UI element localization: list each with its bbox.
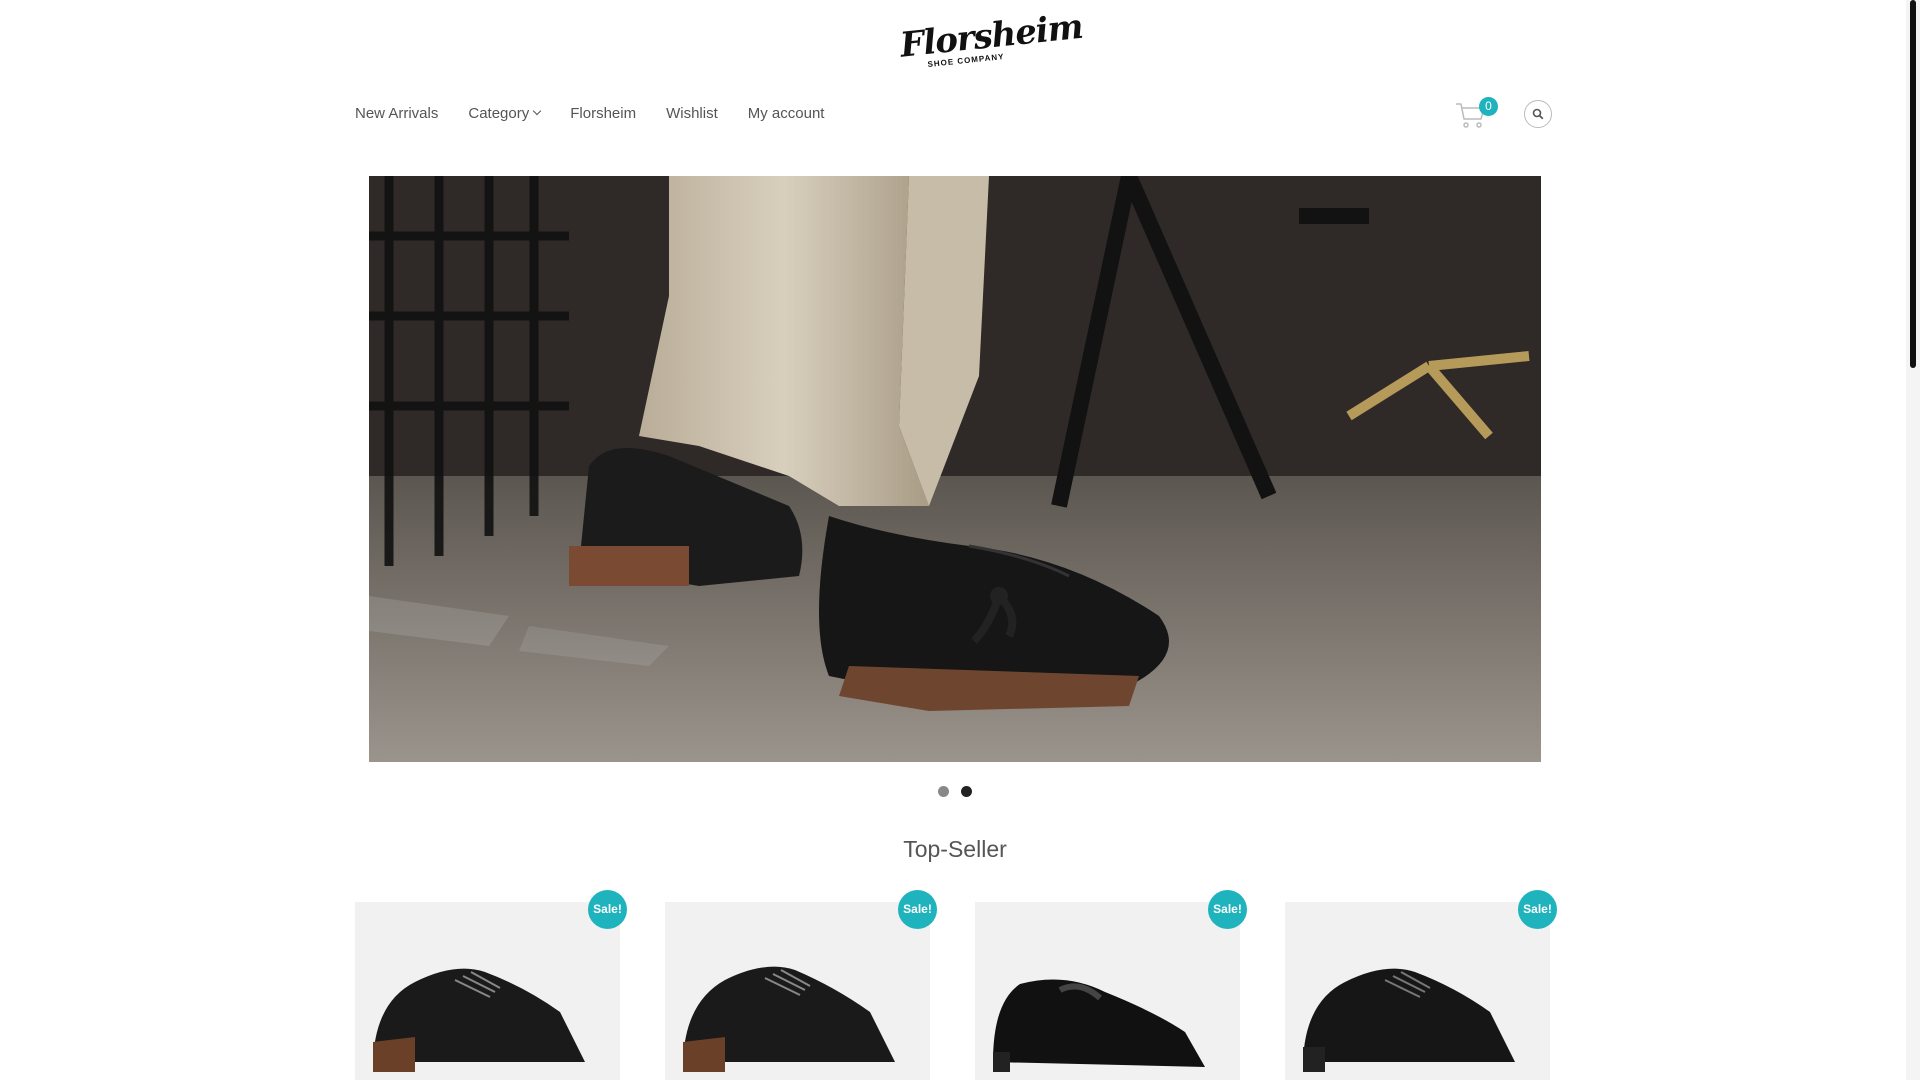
nav-wishlist-label: Wishlist xyxy=(666,104,718,122)
slider-pagination xyxy=(938,786,972,797)
page: Florsheim SHOE COMPANY New Arrivals Cate… xyxy=(0,0,1920,1080)
nav-new-arrivals-label: New Arrivals xyxy=(355,104,439,122)
product-image xyxy=(1303,968,1515,1072)
product-card[interactable]: Sale! xyxy=(355,890,627,1080)
sale-badge: Sale! xyxy=(1208,890,1247,929)
product-card[interactable]: Sale! xyxy=(975,890,1247,1080)
nav-wishlist[interactable]: Wishlist xyxy=(666,102,718,124)
nav-new-arrivals[interactable]: New Arrivals xyxy=(355,102,438,124)
product-card[interactable]: Sale! xyxy=(1285,890,1557,1080)
nav-my-account-label: My account xyxy=(747,104,825,122)
hero-slide-image[interactable] xyxy=(369,176,1541,762)
nav-category-label: Category xyxy=(468,104,530,122)
sale-badge: Sale! xyxy=(588,890,627,929)
hero-shoe-illustration xyxy=(369,176,1541,762)
main-nav: New Arrivals Category Florsheim Wishlist… xyxy=(355,102,854,124)
cart-button[interactable]: 0 xyxy=(1454,97,1498,130)
product-card[interactable]: Sale! xyxy=(665,890,937,1080)
nav-category[interactable]: Category xyxy=(468,102,542,124)
page-scrollbar[interactable] xyxy=(1906,0,1920,1080)
sale-badge: Sale! xyxy=(898,890,937,929)
product-grid: Sale! Sale! Sale! Sale! xyxy=(355,890,1557,1080)
cart-count-badge: 0 xyxy=(1479,97,1498,116)
nav-florsheim-label: Florsheim xyxy=(570,104,637,122)
slider-dot-2[interactable] xyxy=(961,786,972,797)
nav-florsheim[interactable]: Florsheim xyxy=(570,102,636,124)
search-icon xyxy=(1532,108,1544,120)
product-image xyxy=(683,966,895,1072)
nav-my-account[interactable]: My account xyxy=(748,102,825,124)
site-logo[interactable]: Florsheim SHOE COMPANY xyxy=(898,7,1084,74)
chevron-down-icon xyxy=(532,106,542,116)
product-image xyxy=(373,968,585,1072)
section-title: Top-Seller xyxy=(903,836,1007,862)
product-image xyxy=(993,979,1205,1072)
sale-badge: Sale! xyxy=(1518,890,1557,929)
scrollbar-thumb[interactable] xyxy=(1910,0,1916,368)
search-button[interactable] xyxy=(1524,100,1552,128)
slider-dot-1[interactable] xyxy=(938,786,949,797)
